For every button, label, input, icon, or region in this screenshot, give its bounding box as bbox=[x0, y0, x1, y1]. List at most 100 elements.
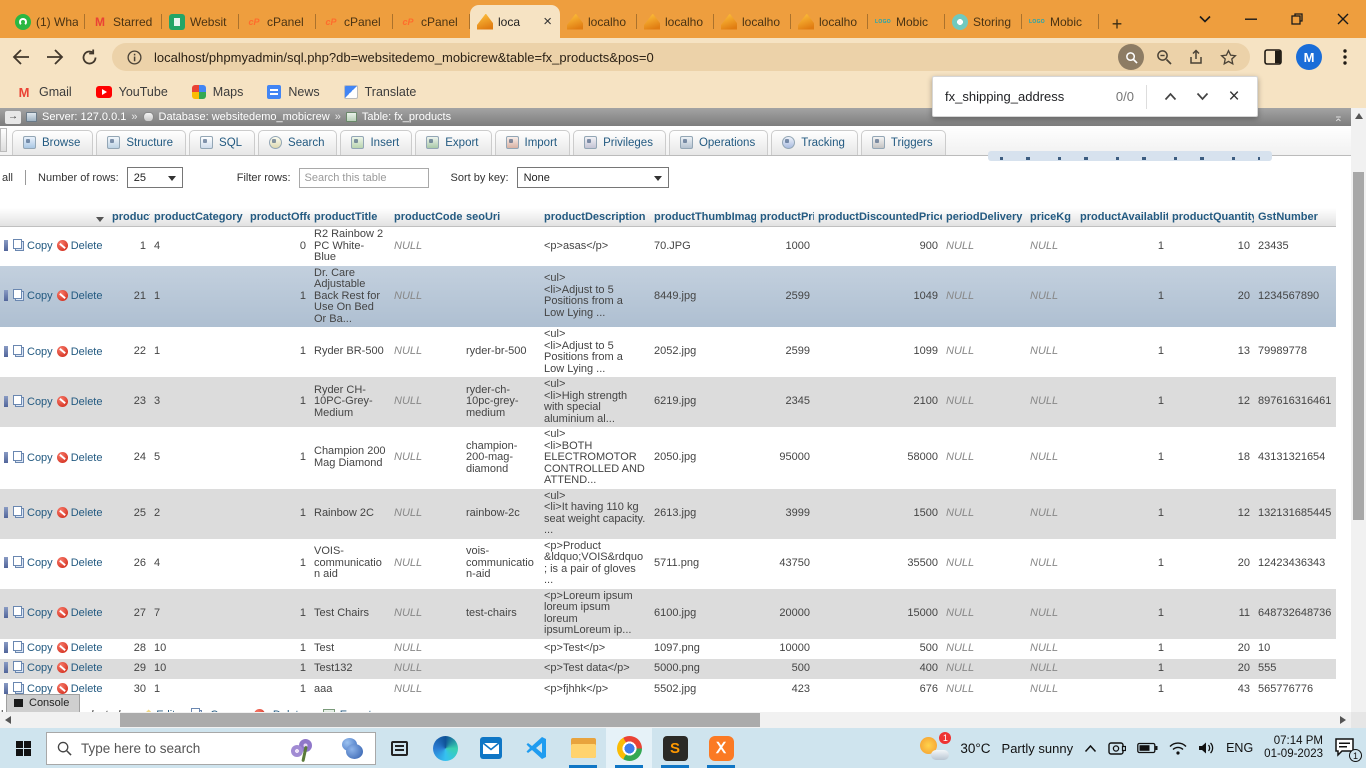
tray-chevron-up-icon[interactable] bbox=[1084, 744, 1097, 753]
cell-productCode[interactable]: NULL bbox=[390, 327, 462, 377]
cell-productDescription[interactable]: <p>fjhhk</p> bbox=[540, 679, 650, 701]
cell-productQuantity[interactable]: 11 bbox=[1168, 589, 1254, 639]
delete-row-link[interactable]: Delete bbox=[71, 290, 103, 302]
delete-row-link[interactable]: Delete bbox=[71, 240, 103, 252]
cell-priceKg[interactable]: NULL bbox=[1026, 639, 1076, 659]
cell-productAvailablity[interactable]: 1 bbox=[1076, 327, 1168, 377]
cell-priceKg[interactable]: NULL bbox=[1026, 489, 1076, 539]
cell-productCategory[interactable]: 4 bbox=[150, 227, 246, 266]
cell-periodDelivery[interactable]: NULL bbox=[942, 589, 1026, 639]
column-header-productQuantity[interactable]: productQuantity bbox=[1168, 208, 1254, 227]
cell-productID[interactable]: 28 bbox=[108, 639, 150, 659]
delete-row-link[interactable]: Delete bbox=[71, 507, 103, 519]
cell-seoUri[interactable]: rainbow-2c bbox=[462, 489, 540, 539]
cell-productOffer[interactable]: 1 bbox=[246, 539, 310, 589]
cell-productID[interactable]: 29 bbox=[108, 659, 150, 679]
cell-priceKg[interactable]: NULL bbox=[1026, 539, 1076, 589]
column-header-productID[interactable]: productID bbox=[108, 208, 150, 227]
cell-seoUri[interactable] bbox=[462, 659, 540, 679]
cell-productDiscountedPrice[interactable]: 676 bbox=[814, 679, 942, 701]
cell-productAvailablity[interactable]: 1 bbox=[1076, 639, 1168, 659]
vertical-scrollbar[interactable] bbox=[1351, 108, 1366, 712]
zoom-icon[interactable] bbox=[1152, 45, 1176, 69]
cell-productTitle[interactable]: Ryder CH-10PC-Grey-Medium bbox=[310, 377, 390, 427]
cell-seoUri[interactable]: champion-200-mag-diamond bbox=[462, 427, 540, 489]
bookmark-maps[interactable]: Maps bbox=[192, 85, 244, 99]
cell-priceKg[interactable]: NULL bbox=[1026, 227, 1076, 266]
column-header-priceKg[interactable]: priceKg bbox=[1026, 208, 1076, 227]
cell-productDescription[interactable]: <ul> <li>High strength with special alum… bbox=[540, 377, 650, 427]
cell-seoUri[interactable]: ryder-br-500 bbox=[462, 327, 540, 377]
cell-productCode[interactable]: NULL bbox=[390, 489, 462, 539]
cell-productQuantity[interactable]: 18 bbox=[1168, 427, 1254, 489]
cell-productCode[interactable]: NULL bbox=[390, 659, 462, 679]
find-query[interactable]: fx_shipping_address bbox=[945, 89, 1064, 104]
find-next-icon[interactable] bbox=[1191, 86, 1213, 108]
cell-periodDelivery[interactable]: NULL bbox=[942, 427, 1026, 489]
delete-row-link[interactable]: Delete bbox=[71, 607, 103, 619]
pma-tab-operations[interactable]: Operations bbox=[669, 130, 768, 155]
browser-tab[interactable]: loca× bbox=[470, 5, 560, 38]
pma-tab-import[interactable]: Import bbox=[495, 130, 571, 155]
scroll-right-arrow[interactable] bbox=[1340, 716, 1346, 724]
copy-row-link[interactable]: Copy bbox=[27, 507, 53, 519]
number-of-rows-select[interactable]: 25 bbox=[127, 167, 183, 188]
cell-productCode[interactable]: NULL bbox=[390, 639, 462, 659]
cell-productDiscountedPrice[interactable]: 58000 bbox=[814, 427, 942, 489]
cell-productThumbImage[interactable]: 6219.jpg bbox=[650, 377, 756, 427]
cell-productAvailablity[interactable]: 1 bbox=[1076, 427, 1168, 489]
cell-GstNumber[interactable]: 79989778 bbox=[1254, 327, 1336, 377]
pma-tab-export[interactable]: Export bbox=[415, 130, 491, 155]
cell-productTitle[interactable]: Rainbow 2C bbox=[310, 489, 390, 539]
cell-priceKg[interactable]: NULL bbox=[1026, 266, 1076, 328]
cell-GstNumber[interactable]: 43131321654 bbox=[1254, 427, 1336, 489]
cell-productQuantity[interactable]: 20 bbox=[1168, 639, 1254, 659]
cell-priceKg[interactable]: NULL bbox=[1026, 327, 1076, 377]
cell-productOffer[interactable]: 1 bbox=[246, 266, 310, 328]
copy-row-link[interactable]: Copy bbox=[27, 662, 53, 674]
column-header-productPrice[interactable]: productPrice bbox=[756, 208, 814, 227]
delete-row-link[interactable]: Delete bbox=[71, 346, 103, 358]
cell-productTitle[interactable]: Test Chairs bbox=[310, 589, 390, 639]
browser-tab[interactable]: MStarred bbox=[85, 5, 162, 38]
cell-periodDelivery[interactable]: NULL bbox=[942, 327, 1026, 377]
column-header-productDescription[interactable]: productDescription bbox=[540, 208, 650, 227]
cell-productID[interactable]: 22 bbox=[108, 327, 150, 377]
side-panel-icon[interactable] bbox=[1262, 46, 1284, 68]
scroll-to-top-icon[interactable]: ⌅ bbox=[1334, 111, 1346, 124]
restore-button[interactable] bbox=[1274, 0, 1320, 38]
pma-tab-browse[interactable]: Browse bbox=[12, 130, 93, 155]
copy-row-link[interactable]: Copy bbox=[27, 396, 53, 408]
column-header-periodDelivery[interactable]: periodDelivery bbox=[942, 208, 1026, 227]
cell-seoUri[interactable] bbox=[462, 266, 540, 328]
language-indicator[interactable]: ENG bbox=[1226, 741, 1253, 755]
cell-productDescription[interactable]: <p>Test</p> bbox=[540, 639, 650, 659]
cell-periodDelivery[interactable]: NULL bbox=[942, 539, 1026, 589]
cell-productTitle[interactable]: R2 Rainbow 2 PC White-Blue bbox=[310, 227, 390, 266]
cell-productDiscountedPrice[interactable]: 400 bbox=[814, 659, 942, 679]
bookmark-translate[interactable]: Translate bbox=[344, 85, 417, 99]
browser-tab[interactable]: cPcPanel bbox=[393, 5, 470, 38]
cell-productPrice[interactable]: 95000 bbox=[756, 427, 814, 489]
weather-temp[interactable]: 30°C bbox=[960, 741, 990, 756]
cell-productCategory[interactable]: 4 bbox=[150, 539, 246, 589]
column-header-productOffer[interactable]: productOffer bbox=[246, 208, 310, 227]
address-bar[interactable]: localhost/phpmyadmin/sql.php?db=websited… bbox=[112, 43, 1250, 71]
cell-productDescription[interactable]: <ul> <li>Adjust to 5 Positions from a Lo… bbox=[540, 266, 650, 328]
cell-productOffer[interactable]: 1 bbox=[246, 639, 310, 659]
cell-productCode[interactable]: NULL bbox=[390, 679, 462, 701]
cell-productDiscountedPrice[interactable]: 1049 bbox=[814, 266, 942, 328]
cell-productThumbImage[interactable]: 8449.jpg bbox=[650, 266, 756, 328]
cell-productOffer[interactable]: 1 bbox=[246, 489, 310, 539]
copy-row-link[interactable]: Copy bbox=[27, 452, 53, 464]
cell-GstNumber[interactable]: 555 bbox=[1254, 659, 1336, 679]
cell-GstNumber[interactable]: 565776776 bbox=[1254, 679, 1336, 701]
cell-productPrice[interactable]: 43750 bbox=[756, 539, 814, 589]
cell-productID[interactable]: 24 bbox=[108, 427, 150, 489]
cell-periodDelivery[interactable]: NULL bbox=[942, 659, 1026, 679]
cell-priceKg[interactable]: NULL bbox=[1026, 679, 1076, 701]
delete-row-link[interactable]: Delete bbox=[71, 452, 103, 464]
bookmark-news[interactable]: News bbox=[267, 85, 319, 99]
browser-tab[interactable]: Storing bbox=[945, 5, 1022, 38]
console-tab[interactable]: Console bbox=[6, 694, 80, 712]
